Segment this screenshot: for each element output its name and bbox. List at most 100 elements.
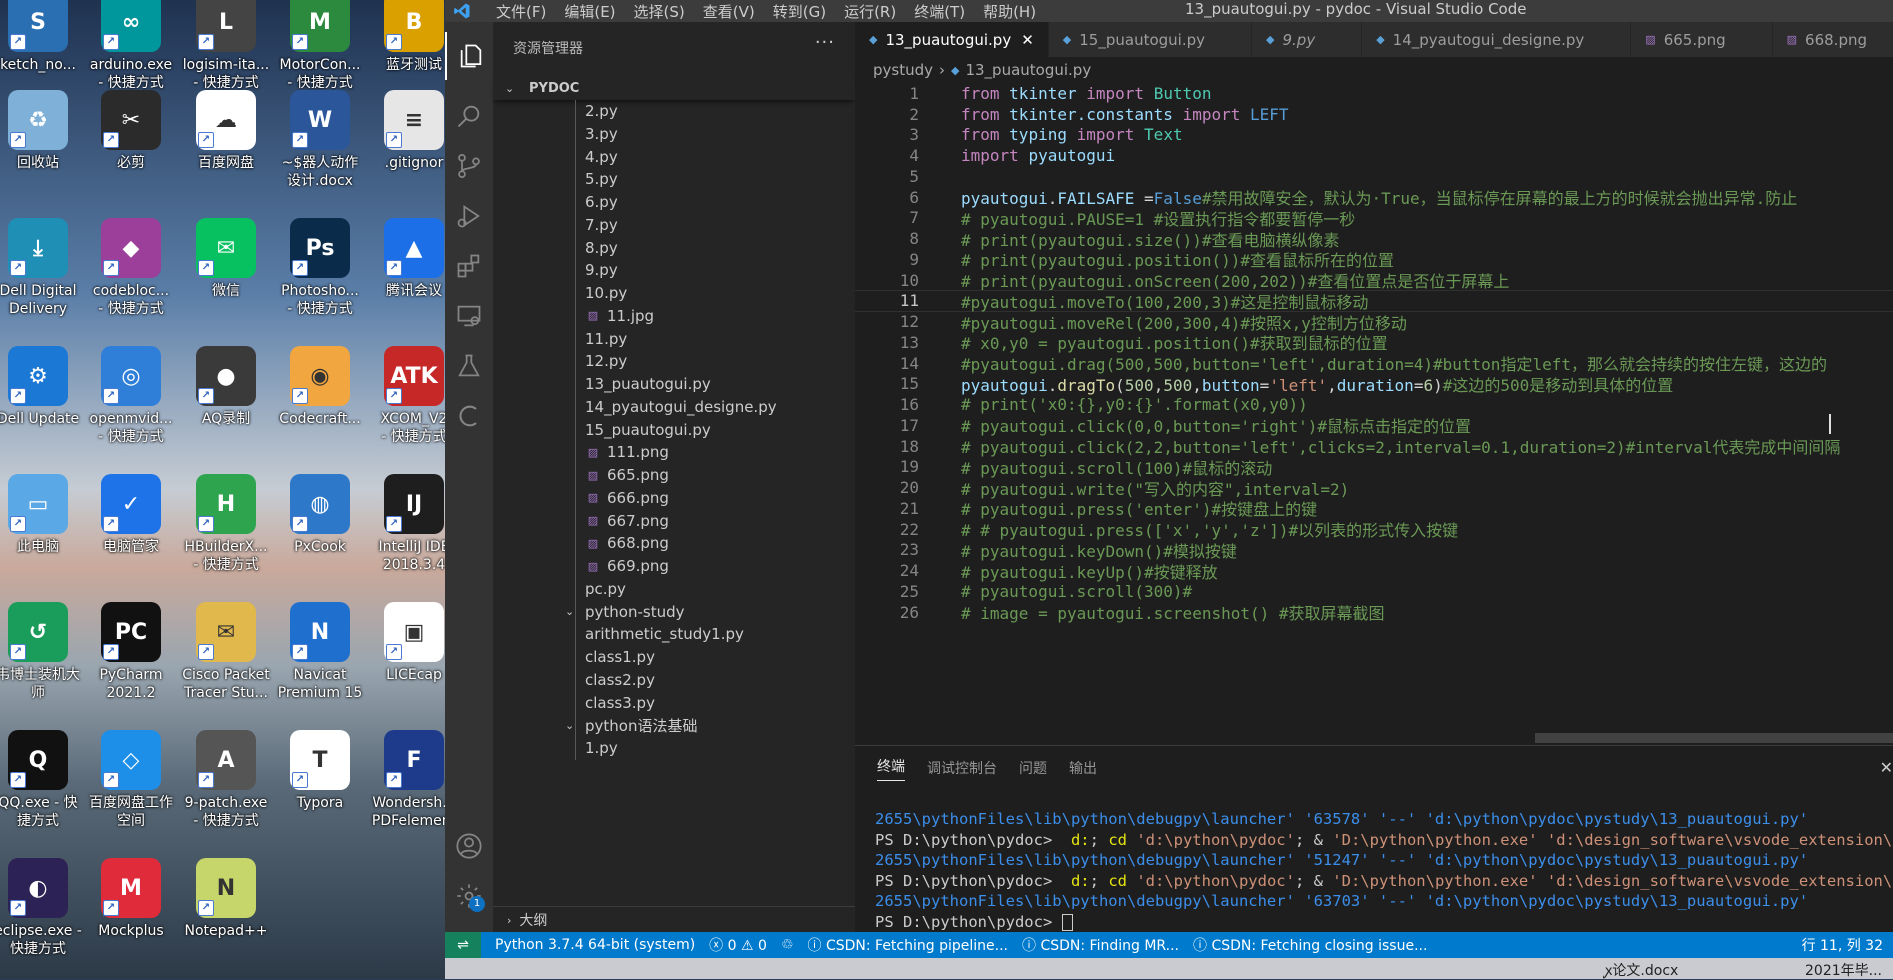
code-line[interactable]: 15 pyautogui.dragTo(500,500,button='left'… — [855, 374, 1893, 395]
desktop-shortcut[interactable]: ≡ ↗ .gitignor — [366, 90, 445, 172]
remote-explorer-icon[interactable] — [445, 292, 493, 340]
desktop-shortcut[interactable]: L ↗ logisim-ita... - 快捷方式 — [178, 0, 274, 92]
tree-file[interactable]: 10.py — [493, 282, 855, 305]
code-line[interactable]: 24 # pyautogui.keyUp()#按键释放 — [855, 560, 1893, 582]
code-line[interactable]: 11 #pyautogui.moveTo(100,200,3)#这是控制鼠标移动 — [855, 289, 1893, 313]
desktop-shortcut[interactable]: T ↗ Typora — [272, 730, 368, 812]
menu-terminal[interactable]: 终端(T) — [905, 1, 974, 22]
menu-file[interactable]: 文件(F) — [487, 1, 555, 22]
code-line[interactable]: 18 # pyautogui.click(2,2,button='left',cl… — [855, 436, 1893, 458]
desktop-shortcut[interactable]: ∞ ↗ arduino.exe - 快捷方式 — [83, 0, 179, 92]
tree-file[interactable]: 11.py — [493, 327, 855, 351]
code-line[interactable]: 10 # print(pyautogui.onScreen(200,202))#查… — [855, 270, 1893, 292]
csdn-status-1[interactable]: ⓘ CSDN: Fetching pipeline... — [808, 935, 1009, 955]
code-line[interactable]: 9 # print(pyautogui.position())#查看鼠标所在的位置 — [855, 249, 1893, 271]
more-actions-icon[interactable]: ··· — [815, 32, 835, 53]
desktop-shortcut[interactable]: ◎ ↗ openmvid... - 快捷方式 — [83, 346, 179, 446]
desktop-shortcut[interactable]: ⤓ ↗ Dell Digital Delivery — [0, 218, 86, 318]
tab-9-py[interactable]: ◆ 9.py — [1252, 22, 1363, 57]
code-line[interactable]: 16 # print('x0:{},y0:{}'.format(x0,y0)) — [855, 394, 1893, 415]
code-line[interactable]: 26 # image = pyautogui.screenshot() #获取屏幕… — [855, 602, 1893, 624]
desktop-shortcut[interactable]: ▲ ↗ 腾讯会议 — [366, 218, 445, 300]
tree-file[interactable]: ▨ 665.png — [493, 464, 855, 487]
run-debug-icon[interactable] — [445, 192, 493, 240]
code-line[interactable]: 19 # pyautogui.scroll(100)#鼠标的滚动 — [855, 457, 1893, 478]
code-line[interactable]: 14 #pyautogui.drag(500,500,button='left',… — [855, 353, 1893, 375]
csdn-status-2[interactable]: ⓘ CSDN: Finding MR... — [1022, 935, 1179, 955]
tree-file[interactable]: ▨ 668.png — [493, 532, 855, 556]
desktop-shortcut[interactable]: N ↗ Notepad++ — [178, 858, 274, 940]
tree-file[interactable]: 7.py — [493, 213, 855, 237]
tree-file[interactable]: ▨ 666.png — [493, 486, 855, 510]
tree-file[interactable]: 9.py — [493, 259, 855, 283]
tree-file[interactable]: ▨ 11.jpg — [493, 304, 855, 328]
tab-13-puautogui-py[interactable]: ◆ 13_puautogui.py ✕ — [855, 22, 1049, 57]
desktop-shortcut[interactable]: ↺ ↗ 韦博士装机大 师 — [0, 602, 86, 702]
desktop-shortcut[interactable]: PC ↗ PyCharm 2021.2 — [83, 602, 179, 702]
taskbar-doc-2[interactable]: 2021年毕... — [1805, 960, 1882, 980]
csdn-status-3[interactable]: ⓘ CSDN: Fetching closing issue... — [1193, 935, 1427, 955]
close-tab-icon[interactable]: ✕ — [1021, 31, 1034, 49]
source-control-icon[interactable] — [445, 142, 493, 190]
code-line[interactable]: 4 import pyautogui — [855, 145, 1893, 166]
remote-indicator-icon[interactable]: ⇌ — [445, 932, 481, 958]
code-line[interactable]: 13 # x0,y0 = pyautogui.position()#获取到鼠标的位… — [855, 332, 1893, 354]
code-line[interactable]: 23 # pyautogui.keyDown()#模拟按键 — [855, 540, 1893, 561]
horizontal-scrollbar[interactable] — [1535, 733, 1893, 743]
code-line[interactable]: 12 #pyautogui.moveRel(200,300,4)#按照x,y控制方… — [855, 311, 1893, 333]
desktop-shortcut[interactable]: H ↗ HBuilderX... - 快捷方式 — [178, 474, 274, 574]
desktop-shortcut[interactable]: ● ↗ AQ录制 — [178, 346, 274, 428]
code-line[interactable]: 22 # # pyautogui.press(['x','y','z'])#以列表… — [855, 519, 1893, 541]
desktop-shortcut[interactable]: M ↗ Mockplus — [83, 858, 179, 940]
live-share-icon[interactable]: ♲ — [781, 937, 794, 953]
panel-close-icon[interactable]: ✕ — [1880, 758, 1893, 777]
code-line[interactable]: 2 from tkinter.constants import LEFT — [855, 104, 1893, 125]
desktop-shortcut[interactable]: IJ↗ IntelliJ IDE 2018.3.4 — [366, 474, 445, 574]
codegeex-icon[interactable] — [445, 392, 493, 440]
desktop-shortcut[interactable]: ▭ ↗ 此电脑 — [0, 474, 86, 556]
desktop-shortcut[interactable]: F↗ Wondersh... PDFelement — [366, 730, 445, 830]
tree-file[interactable]: ▨ 669.png — [493, 555, 855, 578]
account-icon[interactable] — [445, 822, 493, 870]
tree-file[interactable]: 4.py — [493, 145, 855, 169]
desktop-shortcut[interactable]: ✂ ↗ 必剪 — [83, 90, 179, 172]
desktop-shortcut[interactable]: Q ↗ QQ.exe - 快 捷方式 — [0, 730, 86, 830]
menu-view[interactable]: 查看(V) — [694, 1, 764, 22]
tree-file[interactable]: 6.py — [493, 191, 855, 214]
menu-go[interactable]: 转到(G) — [764, 1, 835, 22]
code-line[interactable]: 17 # pyautogui.click(0,0,button='right')#… — [855, 415, 1893, 437]
settings-gear-icon[interactable]: 1 — [445, 872, 493, 920]
tab-output[interactable]: 输出 — [1069, 758, 1097, 778]
taskbar-doc[interactable]: ꭙ论文.docx — [1605, 960, 1678, 980]
cursor-position[interactable]: 行 11, 列 32 — [1802, 935, 1883, 955]
desktop-shortcut[interactable]: ✓ ↗ 电脑管家 — [83, 474, 179, 556]
workspace-section-header[interactable]: ⌄ PYDOC — [493, 76, 855, 100]
menu-help[interactable]: 帮助(H) — [974, 1, 1045, 22]
tree-folder[interactable]: ⌄ python-study — [493, 600, 855, 624]
code-line[interactable]: 21 # pyautogui.press('enter')#按键盘上的键 — [855, 498, 1893, 520]
desktop-shortcut[interactable]: ATK ↗ XCOM_V2 - 快捷方式 — [366, 346, 445, 446]
code-line[interactable]: 5 — [855, 166, 1893, 187]
menu-selection[interactable]: 选择(S) — [625, 1, 694, 22]
desktop-shortcut[interactable]: ◉ ↗ Codecraft... — [272, 346, 368, 428]
tree-file[interactable]: 3.py — [493, 122, 855, 146]
tab-668-png[interactable]: ▨ 668.png — [1772, 22, 1893, 57]
code-line[interactable]: 20 # pyautogui.write("写入的内容",interval=2) — [855, 477, 1893, 499]
extensions-icon[interactable] — [445, 242, 493, 290]
tree-file[interactable]: pc.py — [493, 577, 855, 601]
tree-file[interactable]: class3.py — [493, 691, 855, 715]
code-line[interactable]: 1 from tkinter import Button — [855, 83, 1893, 104]
tree-file[interactable]: 15_puautogui.py — [493, 418, 855, 442]
code-line[interactable]: 25 # pyautogui.scroll(300)# — [855, 581, 1893, 602]
terminal-output[interactable]: 2655\pythonFiles\lib\python\debugpy\laun… — [875, 809, 1893, 932]
desktop-shortcut[interactable]: S ↗ ketch_no... — [0, 0, 86, 74]
desktop-shortcut[interactable]: ▣ ↗ LICEcap — [366, 602, 445, 684]
tree-file[interactable]: arithmetic_study1.py — [493, 623, 855, 647]
menu-edit[interactable]: 编辑(E) — [555, 1, 624, 22]
tab-14-pyautogui-designe-py[interactable]: ◆ 14_pyautogui_designe.py — [1362, 22, 1632, 57]
problems-indicator[interactable]: ⓧ 0 ⚠ 0 — [709, 935, 767, 955]
tree-file[interactable]: 5.py — [493, 168, 855, 192]
code-line[interactable]: 8 # print(pyautogui.size())#查看电脑横纵像素 — [855, 228, 1893, 250]
desktop-shortcut[interactable]: Ps ↗ Photosho... - 快捷方式 — [272, 218, 368, 318]
tab-debug-console[interactable]: 调试控制台 — [927, 758, 997, 778]
